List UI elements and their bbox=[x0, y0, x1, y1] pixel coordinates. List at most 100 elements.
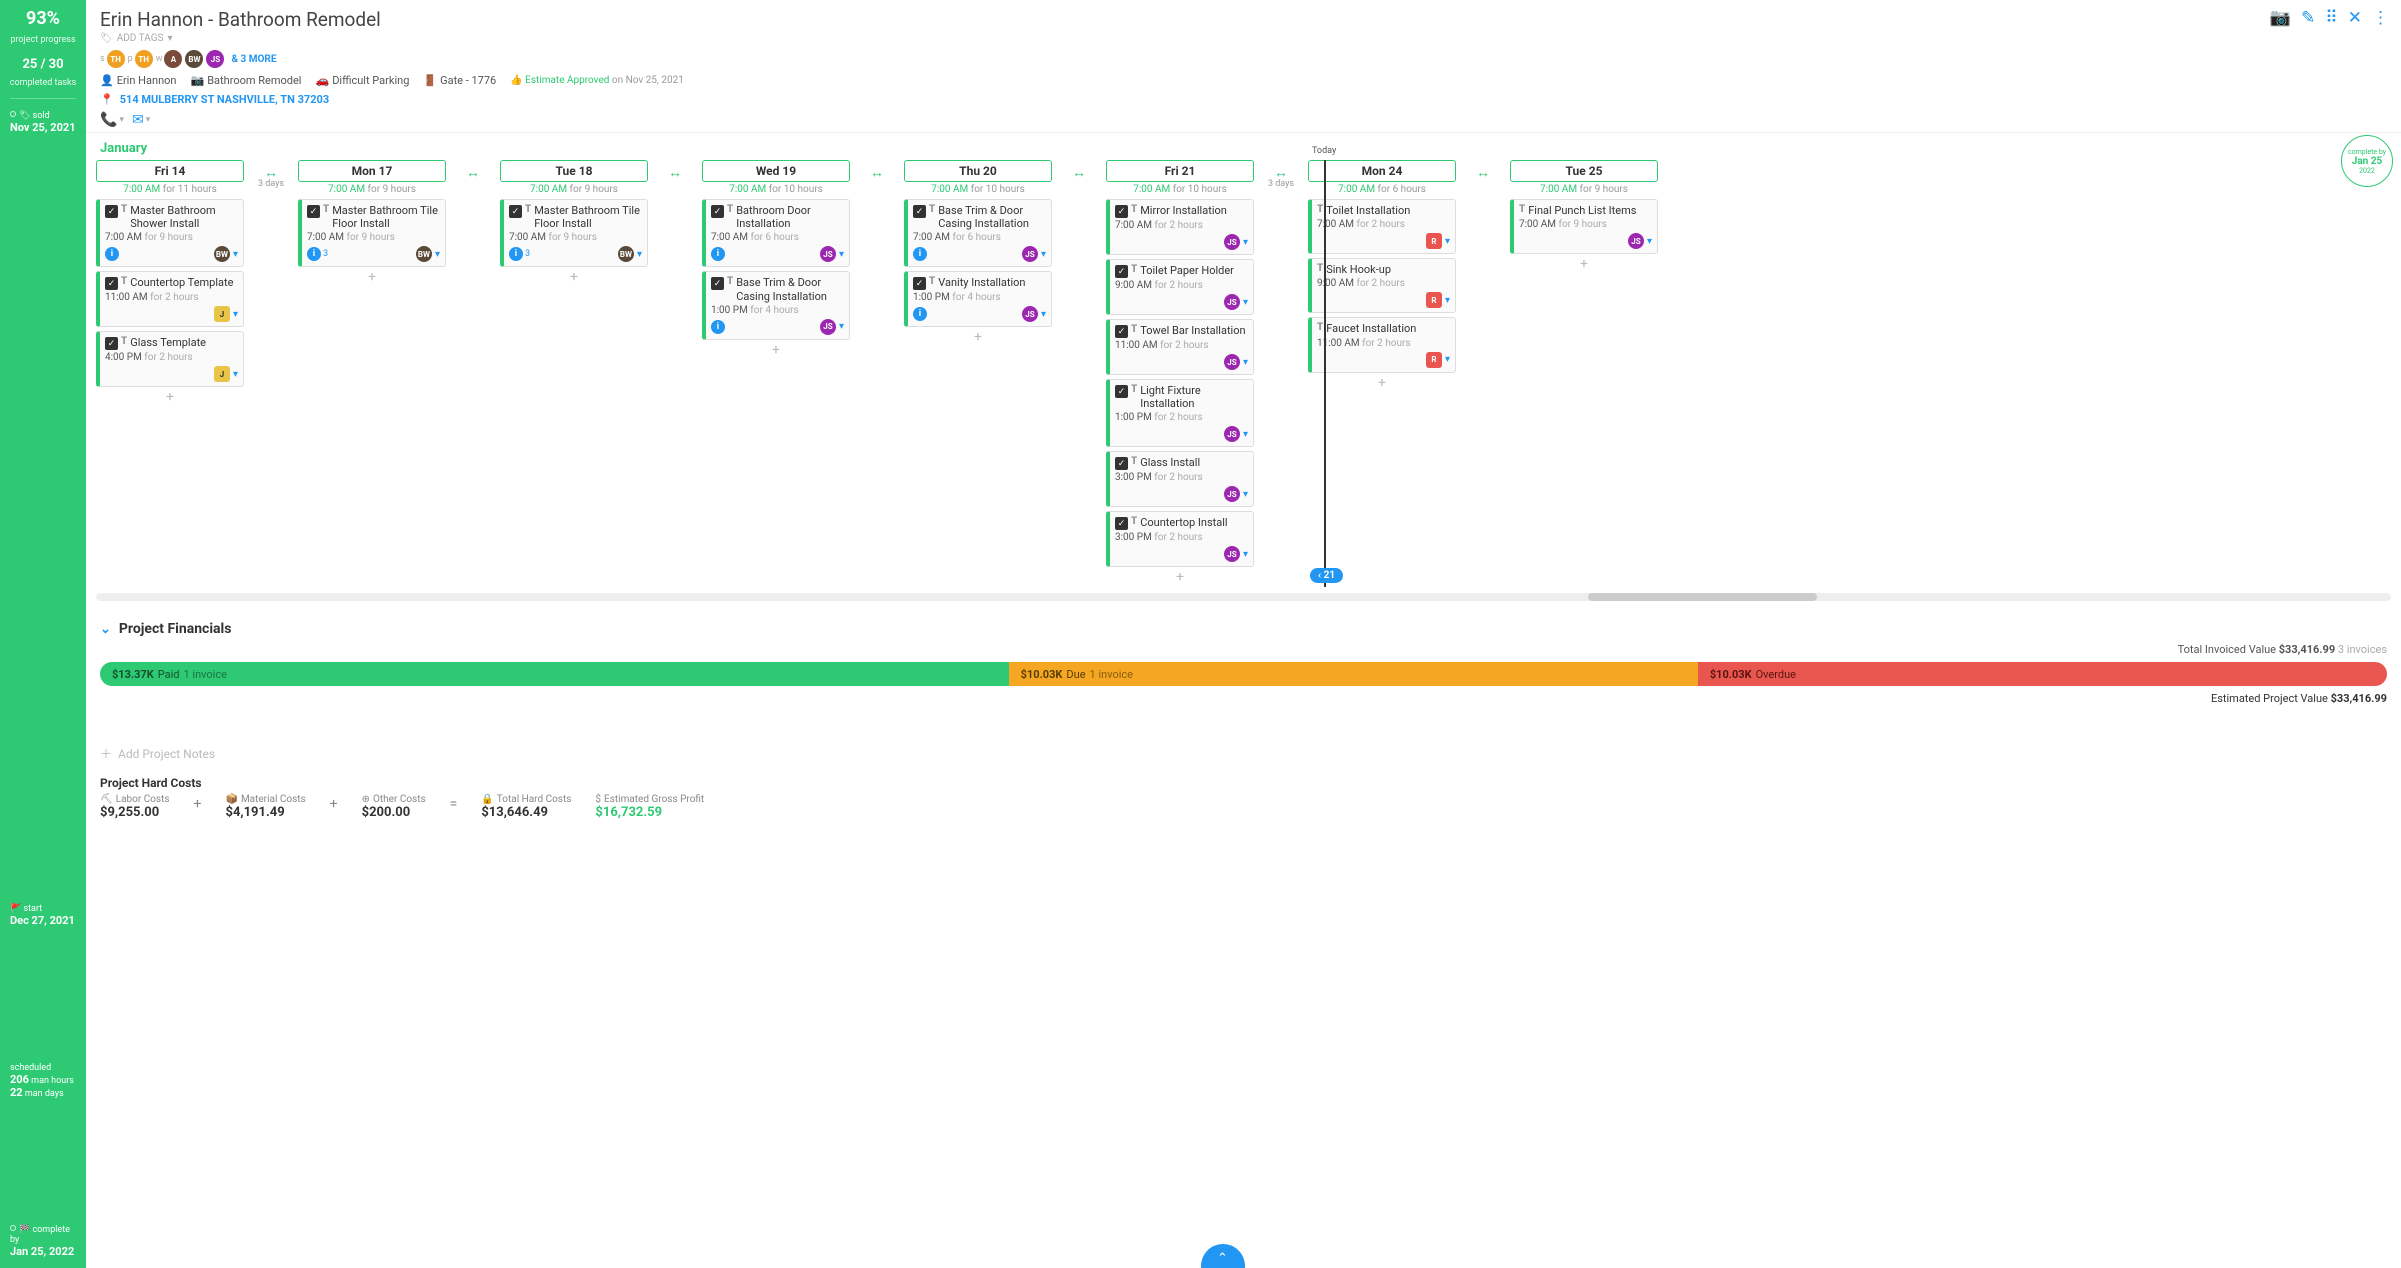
assignee-avatar[interactable]: R bbox=[1426, 292, 1442, 308]
checkbox-icon[interactable]: ✓ bbox=[307, 205, 320, 218]
checkbox-icon[interactable]: ✓ bbox=[913, 205, 926, 218]
assignee-avatar[interactable]: JS bbox=[1224, 354, 1240, 370]
task-card[interactable]: ✓ T Master Bathroom Shower Install 7:00 … bbox=[96, 199, 244, 267]
assignee-avatar[interactable]: JS bbox=[1224, 294, 1240, 310]
info-icon[interactable]: i bbox=[307, 247, 321, 261]
checkbox-icon[interactable]: ✓ bbox=[1115, 385, 1128, 398]
checkbox-icon[interactable]: ✓ bbox=[509, 205, 522, 218]
chevron-down-icon[interactable]: ▾ bbox=[637, 249, 642, 260]
grid-action-icon[interactable]: ⠿ bbox=[2325, 8, 2337, 28]
task-card[interactable]: T Final Punch List Items 7:00 AM for 9 h… bbox=[1510, 199, 1658, 254]
day-header[interactable]: Wed 19 bbox=[702, 160, 850, 182]
assignee-avatar[interactable]: BW bbox=[618, 246, 634, 262]
assignee-avatar[interactable]: JS bbox=[1224, 486, 1240, 502]
day-header[interactable]: Tue 25 bbox=[1510, 160, 1658, 182]
task-card[interactable]: T Faucet Installation 11:00 AM for 2 hou… bbox=[1308, 317, 1456, 372]
call-button[interactable]: 📞▾ bbox=[100, 112, 124, 128]
day-header[interactable]: Fri 21 bbox=[1106, 160, 1254, 182]
task-card[interactable]: ✓ T Countertop Install 3:00 PM for 2 hou… bbox=[1106, 511, 1254, 567]
avatar-bw[interactable]: BW bbox=[185, 50, 203, 68]
task-card[interactable]: ✓ T Glass Template 4:00 PM for 2 hours J… bbox=[96, 331, 244, 387]
assignee-avatar[interactable]: R bbox=[1426, 233, 1442, 249]
info-icon[interactable]: i bbox=[711, 320, 725, 334]
timeline-scrollbar[interactable] bbox=[96, 593, 2391, 601]
add-tags-button[interactable]: 🏷 ADD TAGS ▾ bbox=[100, 33, 2387, 44]
chevron-down-icon[interactable]: ▾ bbox=[1243, 489, 1248, 500]
task-card[interactable]: ✓ T Mirror Installation 7:00 AM for 2 ho… bbox=[1106, 199, 1254, 255]
checkbox-icon[interactable]: ✓ bbox=[1115, 325, 1128, 338]
chevron-down-icon[interactable]: ▾ bbox=[1243, 429, 1248, 440]
task-card[interactable]: ✓ T Master Bathroom Tile Floor Install 7… bbox=[298, 199, 446, 267]
day-header[interactable]: Tue 18 bbox=[500, 160, 648, 182]
more-action-icon[interactable]: ⋮ bbox=[2372, 8, 2389, 28]
task-card[interactable]: ✓ T Bathroom Door Installation 7:00 AM f… bbox=[702, 199, 850, 267]
info-icon[interactable]: i bbox=[711, 247, 725, 261]
avatar-th-p[interactable]: TH bbox=[135, 50, 153, 68]
assignee-avatar[interactable]: JS bbox=[820, 319, 836, 335]
task-card[interactable]: ✓ T Base Trim & Door Casing Installation… bbox=[904, 199, 1052, 267]
avatar-js[interactable]: JS bbox=[206, 50, 224, 68]
schedule-timeline[interactable]: January Fri 14 7:00 AM for 11 hours ✓ T … bbox=[86, 133, 2401, 611]
chevron-down-icon[interactable]: ▾ bbox=[1041, 309, 1046, 320]
avatar-th-s[interactable]: TH bbox=[107, 50, 125, 68]
chevron-down-icon[interactable]: ▾ bbox=[1647, 236, 1652, 247]
info-icon[interactable]: i bbox=[105, 247, 119, 261]
assignee-avatar[interactable]: J bbox=[214, 306, 230, 322]
chevron-down-icon[interactable]: ▾ bbox=[1445, 295, 1450, 306]
assignee-avatar[interactable]: BW bbox=[214, 246, 230, 262]
assignee-avatar[interactable]: JS bbox=[1224, 546, 1240, 562]
assignee-avatar[interactable]: JS bbox=[1224, 234, 1240, 250]
avatar-a[interactable]: A bbox=[164, 50, 182, 68]
add-task-button[interactable]: + bbox=[298, 267, 446, 287]
chevron-down-icon[interactable]: ▾ bbox=[233, 369, 238, 380]
day-header[interactable]: Mon 24 bbox=[1308, 160, 1456, 182]
chevron-down-icon[interactable]: ▾ bbox=[1243, 549, 1248, 560]
info-icon[interactable]: i bbox=[509, 247, 523, 261]
day-header[interactable]: Mon 17 bbox=[298, 160, 446, 182]
checkbox-icon[interactable]: ✓ bbox=[105, 337, 118, 350]
add-task-button[interactable]: + bbox=[500, 267, 648, 287]
checkbox-icon[interactable]: ✓ bbox=[105, 205, 118, 218]
invoice-status-bar[interactable]: $13.37KPaid1 invoice $10.03KDue1 invoice… bbox=[100, 662, 2387, 686]
task-card[interactable]: ✓ T Countertop Template 11:00 AM for 2 h… bbox=[96, 271, 244, 327]
task-card[interactable]: T Sink Hook-up 9:00 AM for 2 hours R ▾ bbox=[1308, 258, 1456, 313]
add-task-button[interactable]: + bbox=[96, 387, 244, 407]
chevron-down-icon[interactable]: ▾ bbox=[1041, 249, 1046, 260]
chevron-down-icon[interactable]: ⌄ bbox=[100, 622, 111, 637]
checkbox-icon[interactable]: ✓ bbox=[1115, 457, 1128, 470]
more-people-link[interactable]: & 3 MORE bbox=[231, 54, 276, 65]
checkbox-icon[interactable]: ✓ bbox=[1115, 265, 1128, 278]
checkbox-icon[interactable]: ✓ bbox=[913, 277, 926, 290]
task-card[interactable]: ✓ T Vanity Installation 1:00 PM for 4 ho… bbox=[904, 271, 1052, 327]
assignee-avatar[interactable]: BW bbox=[416, 246, 432, 262]
add-task-button[interactable]: + bbox=[1308, 373, 1456, 393]
edit-action-icon[interactable]: ✎ bbox=[2301, 8, 2315, 28]
chevron-down-icon[interactable]: ▾ bbox=[1243, 237, 1248, 248]
day-header[interactable]: Fri 14 bbox=[96, 160, 244, 182]
chevron-down-icon[interactable]: ▾ bbox=[839, 249, 844, 260]
chevron-down-icon[interactable]: ▾ bbox=[435, 249, 440, 260]
info-icon[interactable]: i bbox=[913, 307, 927, 321]
assignee-avatar[interactable]: R bbox=[1426, 352, 1442, 368]
add-notes-button[interactable]: ＋ Add Project Notes bbox=[86, 715, 2401, 770]
checkbox-icon[interactable]: ✓ bbox=[711, 205, 724, 218]
add-task-button[interactable]: + bbox=[904, 327, 1052, 347]
checkbox-icon[interactable]: ✓ bbox=[711, 277, 724, 290]
assignee-avatar[interactable]: JS bbox=[1022, 246, 1038, 262]
add-task-button[interactable]: + bbox=[1106, 567, 1254, 587]
chevron-down-icon[interactable]: ▾ bbox=[233, 249, 238, 260]
add-task-button[interactable]: + bbox=[702, 340, 850, 360]
chevron-down-icon[interactable]: ▾ bbox=[233, 309, 238, 320]
due-segment[interactable]: $10.03KDue1 invoice bbox=[1009, 662, 1698, 686]
chevron-down-icon[interactable]: ▾ bbox=[1445, 354, 1450, 365]
task-card[interactable]: ✓ T Towel Bar Installation 11:00 AM for … bbox=[1106, 319, 1254, 375]
paid-segment[interactable]: $13.37KPaid1 invoice bbox=[100, 662, 1009, 686]
checkbox-icon[interactable]: ✓ bbox=[1115, 205, 1128, 218]
assignee-avatar[interactable]: JS bbox=[1628, 233, 1644, 249]
add-task-button[interactable]: + bbox=[1510, 254, 1658, 274]
task-card[interactable]: ✓ T Base Trim & Door Casing Installation… bbox=[702, 271, 850, 339]
checkbox-icon[interactable]: ✓ bbox=[105, 277, 118, 290]
info-icon[interactable]: i bbox=[913, 247, 927, 261]
overdue-segment[interactable]: $10.03KOverdue bbox=[1698, 662, 2387, 686]
task-card[interactable]: ✓ T Toilet Paper Holder 9:00 AM for 2 ho… bbox=[1106, 259, 1254, 315]
